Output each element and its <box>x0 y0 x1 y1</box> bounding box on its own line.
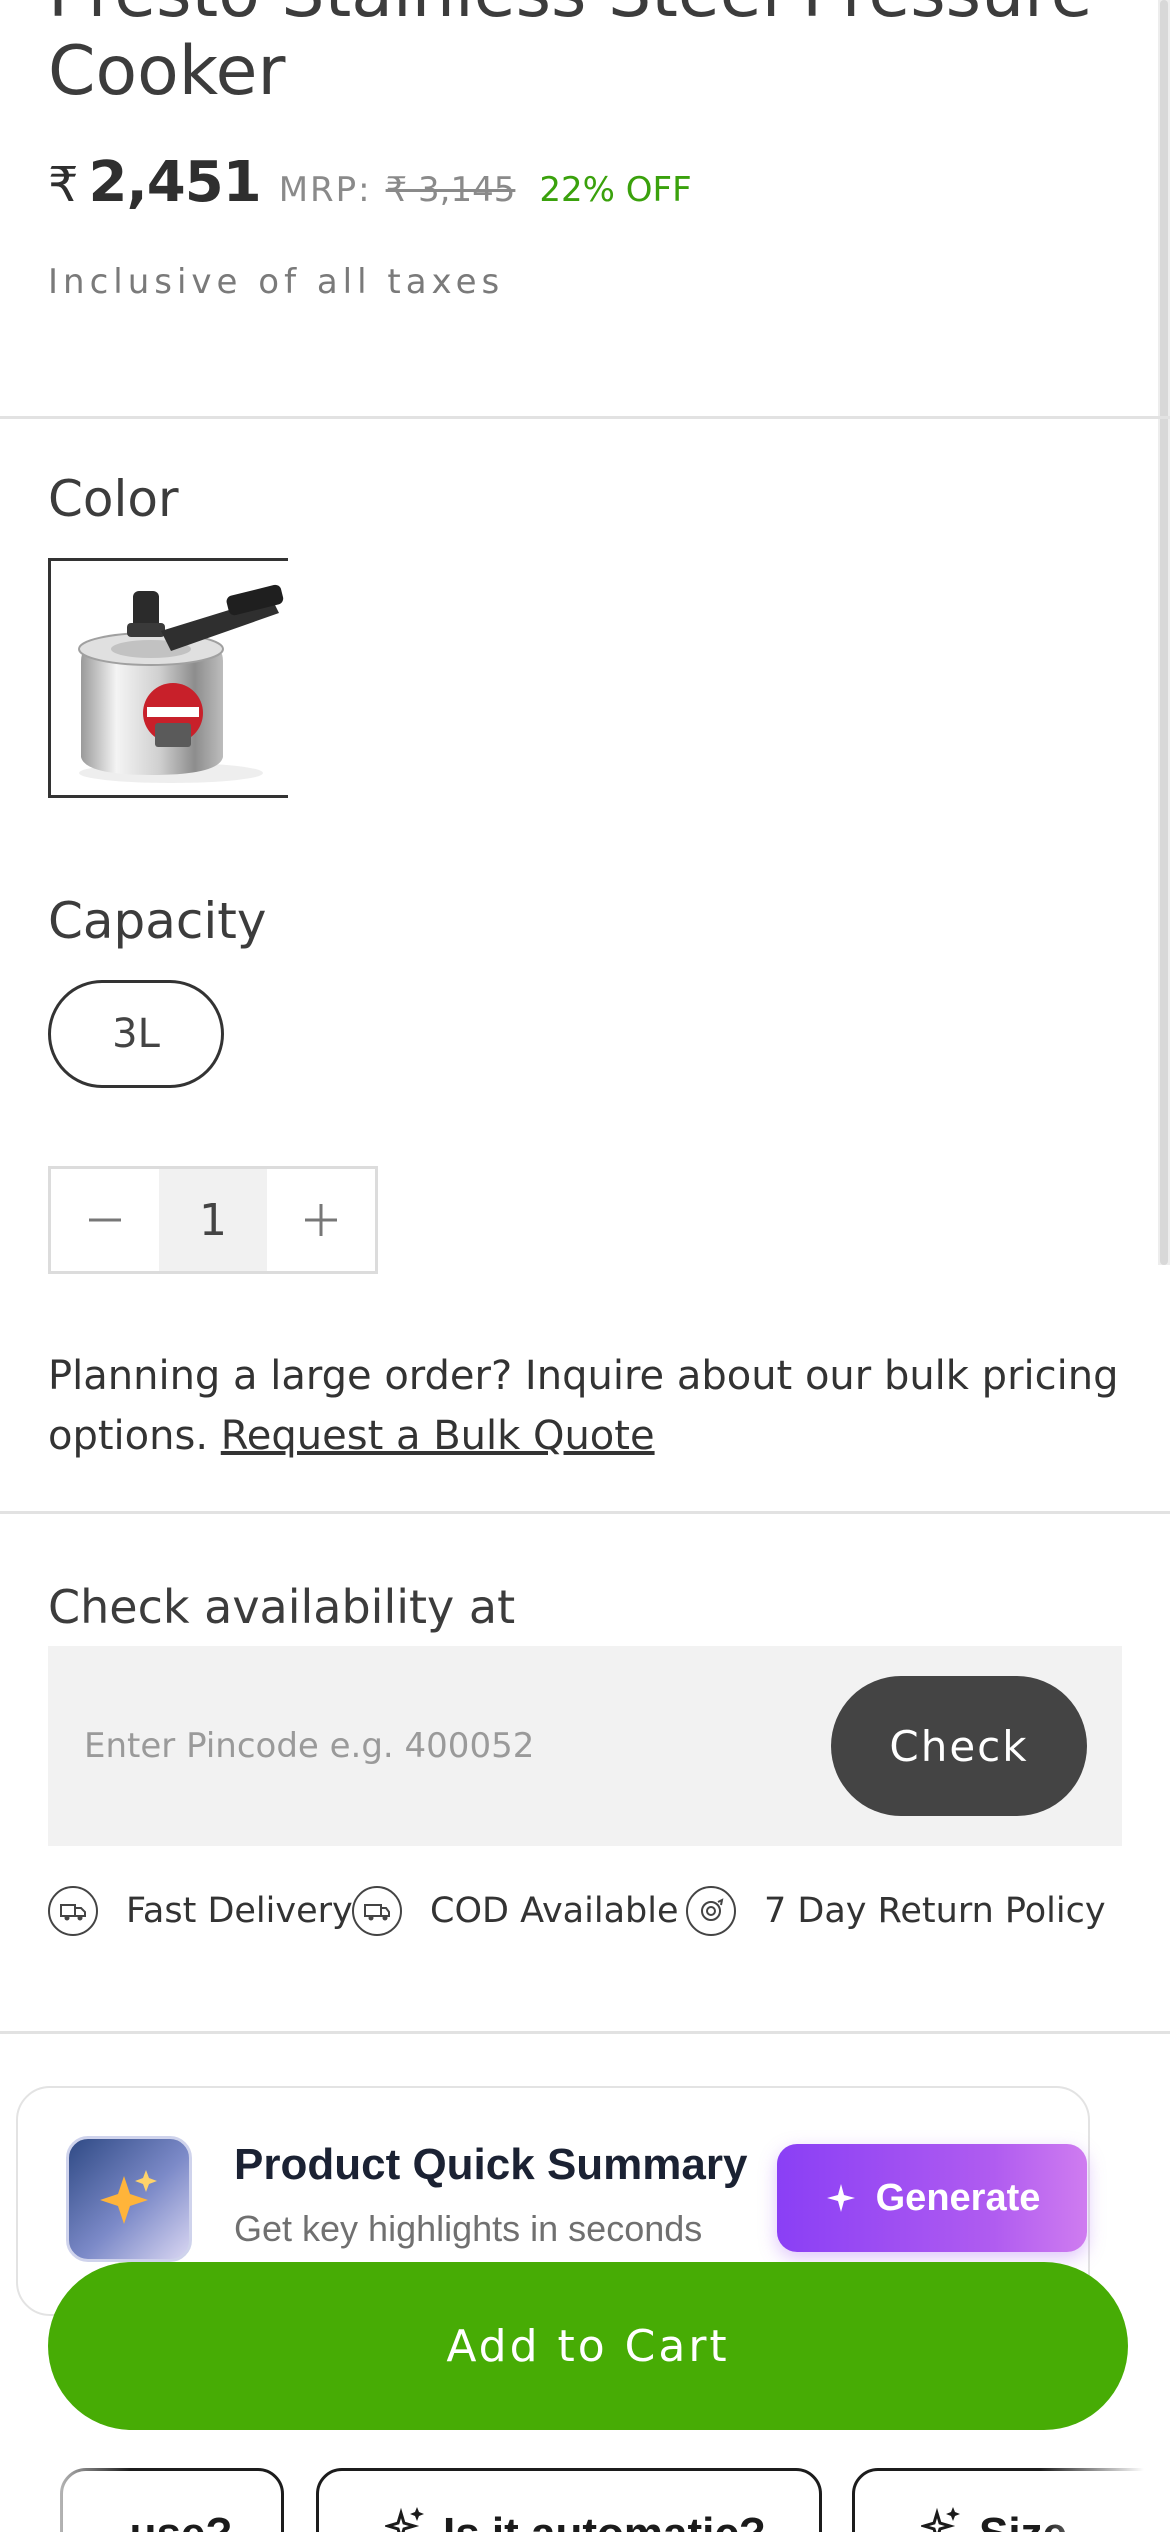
bulk-order-note: Planning a large order? Inquire about ou… <box>48 1346 1128 1466</box>
summary-title: Product Quick Summary <box>234 2140 748 2189</box>
minus-icon <box>89 1218 121 1222</box>
color-swatch-selected[interactable] <box>48 558 288 798</box>
divider <box>0 2031 1170 2034</box>
increment-button[interactable] <box>267 1169 375 1271</box>
return-icon <box>686 1886 736 1936</box>
sparkle-icon <box>66 2136 192 2262</box>
sparkle-icon <box>921 2507 960 2532</box>
summary-subtitle: Get key highlights in seconds <box>234 2208 703 2249</box>
currency-symbol: ₹ <box>48 157 79 213</box>
feature-fast-delivery: Fast Delivery <box>48 1886 353 1936</box>
cod-icon <box>352 1886 402 1936</box>
quantity-value[interactable]: 1 <box>159 1169 267 1271</box>
decrement-button[interactable] <box>51 1169 159 1271</box>
plus-icon <box>305 1204 337 1236</box>
divider <box>0 416 1170 419</box>
generate-button[interactable]: Generate <box>777 2144 1087 2252</box>
feature-return: 7 Day Return Policy <box>686 1886 1106 1936</box>
feature-label: 7 Day Return Policy <box>764 1891 1106 1931</box>
product-title-line2: Cooker <box>48 32 286 111</box>
capacity-option-3l[interactable]: 3L <box>48 980 224 1088</box>
mrp-value: ₹ 3,145 <box>385 170 516 210</box>
sparkle-icon <box>826 2184 855 2212</box>
price-row: ₹ 2,451 MRP: ₹ 3,145 22% OFF <box>48 150 692 215</box>
scrollbar-thumb[interactable] <box>1160 0 1168 1265</box>
add-to-cart-button[interactable]: Add to Cart <box>48 2262 1128 2430</box>
mrp-label: MRP: <box>278 170 372 210</box>
question-chip[interactable]: Is it automatic? <box>316 2468 822 2532</box>
tax-note: Inclusive of all taxes <box>48 262 505 302</box>
bulk-quote-link[interactable]: Request a Bulk Quote <box>221 1413 655 1459</box>
color-label: Color <box>48 470 179 528</box>
discount-badge: 22% OFF <box>539 170 692 210</box>
feature-cod: COD Available <box>352 1886 679 1936</box>
feature-label: Fast Delivery <box>126 1891 353 1931</box>
feature-label: COD Available <box>430 1891 679 1931</box>
generate-button-label: Generate <box>875 2176 1041 2219</box>
check-button[interactable]: Check <box>831 1676 1087 1816</box>
divider <box>0 1511 1170 1514</box>
availability-label: Check availability at <box>48 1580 516 1634</box>
quantity-stepper: 1 <box>48 1166 378 1274</box>
sparkle-icon <box>385 2507 424 2532</box>
product-title: Presto Stainless Steel Pressure Cooker <box>48 0 1092 116</box>
delivery-truck-icon <box>48 1886 98 1936</box>
sale-price: 2,451 <box>88 150 262 215</box>
capacity-label: Capacity <box>48 892 267 950</box>
pressure-cooker-image <box>78 584 284 783</box>
chip-fade <box>0 2460 130 2532</box>
chip-fade <box>1040 2460 1170 2532</box>
pincode-input[interactable] <box>84 1706 784 1786</box>
chip-label: Is it automatic? <box>443 2509 766 2532</box>
